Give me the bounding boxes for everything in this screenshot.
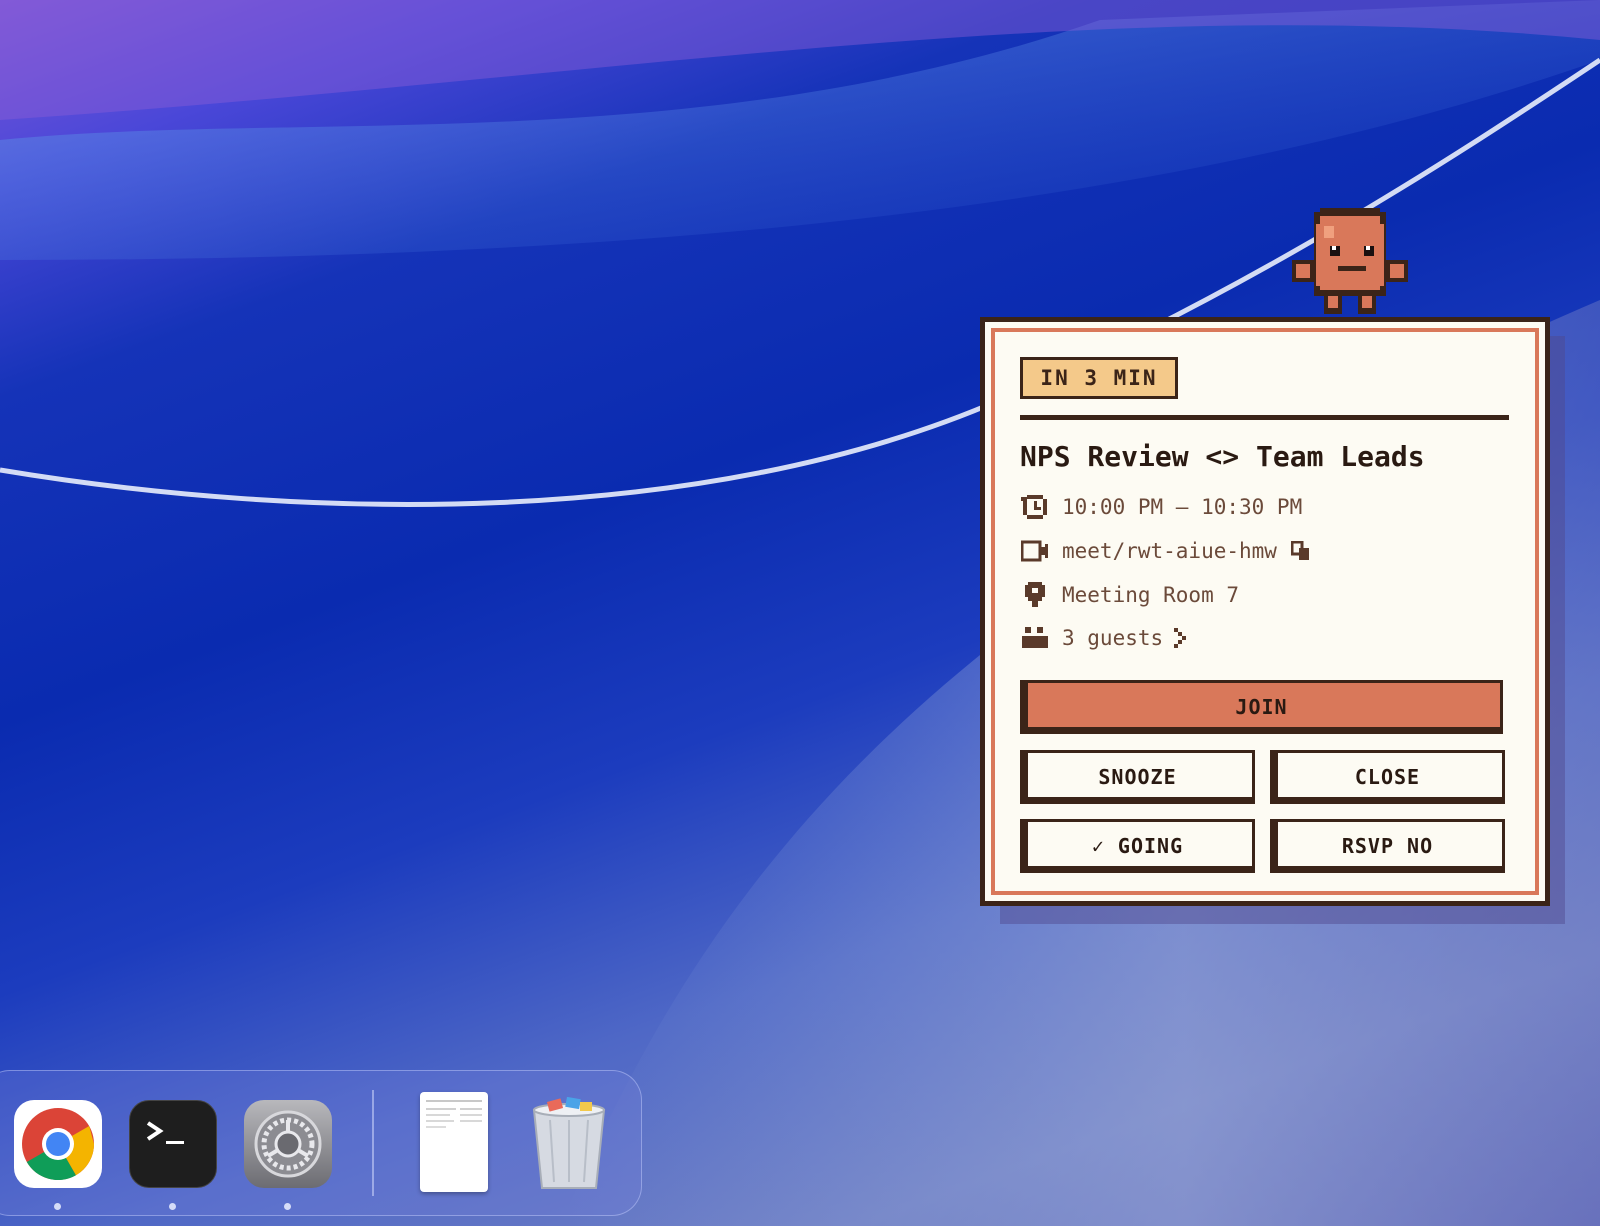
settings-gear-icon[interactable]	[244, 1100, 332, 1188]
meeting-time: 10:00 PM — 10:30 PM	[1062, 495, 1303, 519]
running-indicator	[169, 1203, 176, 1210]
copy-icon[interactable]	[1290, 541, 1311, 561]
map-pin-icon	[1020, 580, 1050, 610]
rsvp-no-button[interactable]: RSVP NO	[1270, 819, 1505, 873]
trash-icon[interactable]	[528, 1096, 610, 1192]
meet-link-row: meet/rwt-aiue-hmw	[1020, 536, 1311, 566]
dock-separator	[372, 1090, 374, 1196]
meet-link[interactable]: meet/rwt-aiue-hmw	[1062, 539, 1277, 563]
join-button[interactable]: JOIN	[1020, 680, 1503, 734]
meeting-notification-card	[980, 317, 1550, 906]
location-row: Meeting Room 7	[1020, 580, 1239, 610]
meeting-location: Meeting Room 7	[1062, 583, 1240, 607]
running-indicator	[284, 1203, 291, 1210]
terminal-icon[interactable]	[129, 1100, 217, 1188]
guests-row[interactable]: 3 guests	[1020, 623, 1187, 653]
chevron-right-icon[interactable]	[1173, 627, 1187, 649]
clock-icon	[1020, 492, 1050, 522]
pixel-mascot-icon	[1292, 208, 1408, 314]
card-inner-border	[991, 328, 1539, 895]
guests-icon	[1020, 623, 1050, 653]
divider	[1020, 415, 1509, 420]
chrome-icon[interactable]	[14, 1100, 102, 1188]
countdown-badge: IN 3 MIN	[1020, 357, 1178, 399]
going-button[interactable]: ✓ GOING	[1020, 819, 1255, 873]
snooze-button[interactable]: SNOOZE	[1020, 750, 1255, 804]
running-indicator	[54, 1203, 61, 1210]
document-icon[interactable]	[420, 1092, 488, 1192]
video-camera-icon	[1020, 536, 1050, 566]
close-button[interactable]: CLOSE	[1270, 750, 1505, 804]
meeting-title: NPS Review <> Team Leads	[1020, 440, 1425, 473]
time-row: 10:00 PM — 10:30 PM	[1020, 492, 1302, 522]
guests-count[interactable]: 3 guests	[1062, 626, 1163, 650]
